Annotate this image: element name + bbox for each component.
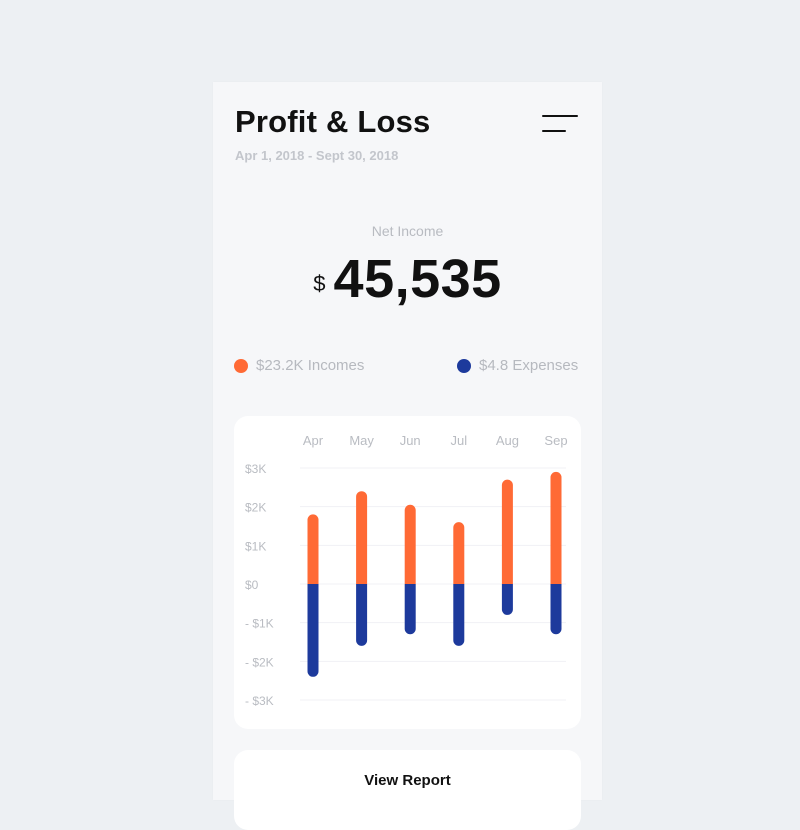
legend-expenses: $4.8 Expenses [457, 357, 578, 374]
chart-card: $3K $2K $1K $0 - $1K - $2K - $3K Apr May Jun Jul Au… [234, 416, 581, 729]
x-tick-label: Jun [400, 433, 421, 448]
x-tick-label: Sep [544, 433, 567, 448]
income-dot-icon [234, 358, 248, 373]
net-income-label: Net Income [371, 223, 444, 239]
income-bar [356, 491, 368, 584]
income-bar [453, 522, 465, 584]
expense-bar [501, 584, 513, 615]
menu-icon-line-top [542, 115, 578, 117]
net-income-amount: 45,535 [333, 249, 502, 309]
legend-incomes-label: $23.2K Incomes [256, 357, 365, 374]
view-report-button[interactable]: View Report [234, 750, 581, 830]
expense-dot-icon [457, 358, 471, 373]
phone-screen: Profit & Loss Apr 1, 2018 - Sept 30, 201… [213, 82, 602, 830]
net-income-value: $45,535 [213, 248, 602, 310]
menu-icon[interactable] [542, 115, 578, 133]
profit-loss-chart: $3K $2K $1K $0 - $1K - $2K - $3K Apr May Jun Jul Au… [245, 433, 568, 708]
date-range: Apr 1, 2018 - Sept 30, 2018 [235, 148, 399, 163]
income-bar [404, 504, 416, 584]
income-bar [501, 479, 513, 584]
page-title: Profit & Loss [235, 104, 431, 139]
x-tick-label: May [349, 433, 374, 448]
x-tick-label: Apr [303, 433, 324, 448]
expense-bar [550, 584, 562, 635]
y-tick-label: - $2K [245, 655, 274, 669]
y-tick-label: - $3K [245, 694, 274, 708]
y-tick-label: - $1K [245, 617, 274, 631]
legend-expenses-label: $4.8 Expenses [479, 357, 579, 374]
expense-bar [356, 584, 368, 646]
expense-bar [453, 584, 465, 646]
menu-icon-line-bottom [542, 130, 566, 132]
legend-incomes: $23.2K Incomes [234, 357, 364, 374]
x-tick-label: Aug [496, 433, 519, 448]
x-tick-label: Jul [450, 433, 467, 448]
y-tick-label: $1K [245, 539, 266, 553]
expense-bar [307, 584, 319, 677]
income-bar [307, 514, 319, 584]
y-tick-label: $0 [245, 578, 259, 592]
view-report-label: View Report [364, 772, 451, 789]
y-tick-label: $3K [245, 462, 266, 476]
currency-symbol: $ [313, 271, 326, 296]
expense-bar [404, 584, 416, 635]
income-bar [550, 471, 562, 584]
y-tick-label: $2K [245, 501, 266, 515]
